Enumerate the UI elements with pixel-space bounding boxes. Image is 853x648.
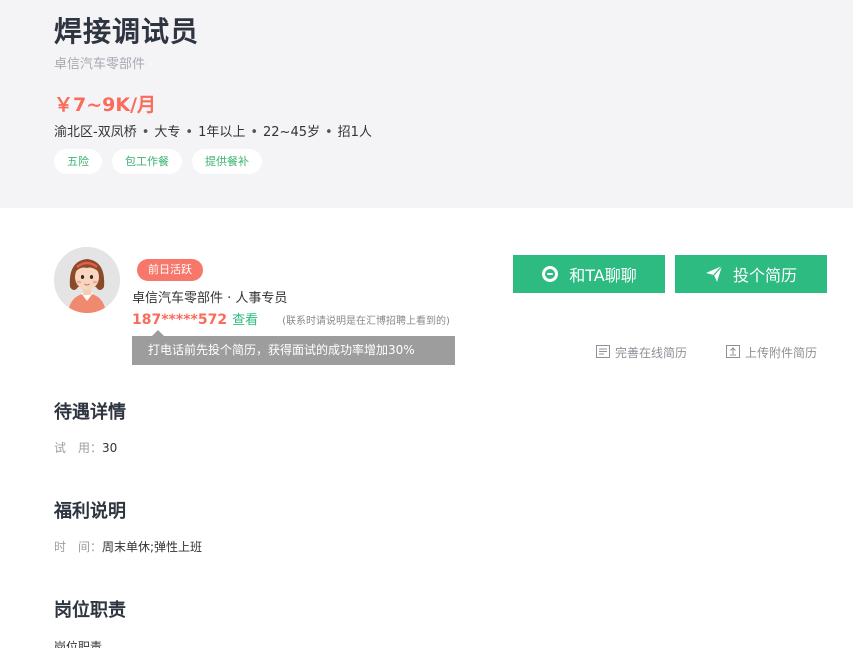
submit-resume-label: 投个简历 <box>732 266 797 285</box>
avatar-illustration-icon <box>54 247 120 313</box>
job-location: 渝北区-双凤桥 <box>54 125 137 140</box>
separator-dot: • <box>325 125 333 140</box>
duties-section-title: 岗位职责 <box>54 600 126 621</box>
view-phone-link[interactable]: 查看 <box>232 309 258 328</box>
work-time-label: 时 间： <box>54 540 103 554</box>
complete-online-resume-link[interactable]: 完善在线简历 <box>596 344 687 361</box>
welfare-detail: 时 间：周末单休;弹性上班 <box>54 538 202 555</box>
company-name[interactable]: 卓信汽车零部件 <box>54 53 145 72</box>
benefit-tag: 提供餐补 <box>192 149 262 174</box>
submit-resume-button[interactable]: 投个简历 <box>675 255 827 293</box>
job-age: 22~45岁 <box>263 125 320 140</box>
salary: ￥7~9K/月 <box>54 94 157 116</box>
job-education: 大专 <box>154 125 181 140</box>
separator-dot: • <box>185 125 194 140</box>
welfare-section-title: 福利说明 <box>54 501 126 522</box>
chat-bubble-icon <box>541 265 559 283</box>
work-time-value: 周末单休;弹性上班 <box>102 540 203 554</box>
recruiter-info: 卓信汽车零部件 · 人事专员 <box>132 291 288 306</box>
probation-value: 30 <box>102 441 118 455</box>
separator-dot: • <box>250 125 259 140</box>
separator-dot: • <box>141 125 150 140</box>
upload-icon <box>726 344 740 361</box>
upload-resume-link[interactable]: 上传附件简历 <box>726 344 817 361</box>
document-icon <box>596 344 610 361</box>
phone-tooltip: 打电话前先投个简历，获得面试的成功率增加30% <box>132 330 455 365</box>
recruiter-phone: 187*****572 <box>132 312 228 328</box>
benefits-section-title: 待遇详情 <box>54 402 126 423</box>
chat-button[interactable]: 和TA聊聊 <box>513 255 665 293</box>
benefit-tag: 五险 <box>54 149 102 174</box>
benefit-tag: 包工作餐 <box>112 149 182 174</box>
benefits-detail: 试 用：30 <box>54 439 117 456</box>
upload-resume-label: 上传附件简历 <box>745 346 818 360</box>
chat-button-label: 和TA聊聊 <box>569 266 637 285</box>
job-experience: 1年以上 <box>198 125 246 140</box>
job-title: 焊接调试员 <box>54 15 200 48</box>
job-headcount: 招1人 <box>337 125 372 140</box>
phone-row: 187*****572 查看 (联系时请说明是在汇博招聘上看到的) <box>132 309 450 328</box>
duties-content: 岗位职责 <box>54 640 103 648</box>
complete-online-resume-label: 完善在线简历 <box>615 346 688 360</box>
recruiter-avatar <box>54 247 120 313</box>
benefit-tags: 五险 包工作餐 提供餐补 <box>54 149 262 174</box>
send-plane-icon <box>705 265 723 283</box>
job-meta: 渝北区-双凤桥 • 大专 • 1年以上 • 22~45岁 • 招1人 <box>54 121 372 140</box>
phone-note: (联系时请说明是在汇博招聘上看到的) <box>282 316 450 327</box>
active-status-badge: 前日活跃 <box>137 259 203 281</box>
probation-label: 试 用： <box>54 441 103 455</box>
